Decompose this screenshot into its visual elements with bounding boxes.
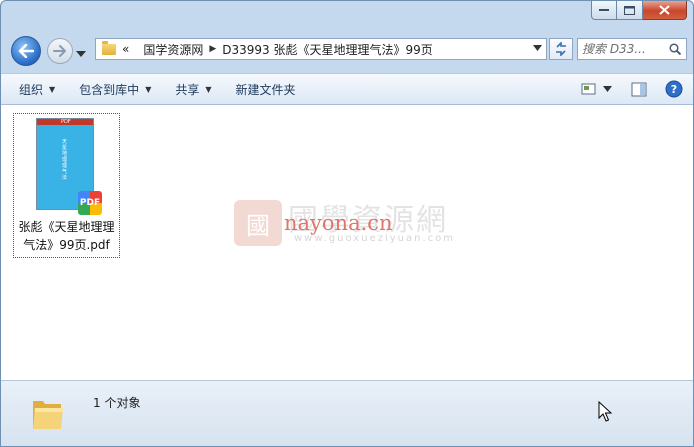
file-name: 张彪《天星地理理气法》99页.pdf	[18, 220, 115, 252]
breadcrumb-item[interactable]: 国学资源网	[143, 41, 203, 58]
watermark-site: nayona.cn	[284, 211, 393, 235]
chevron-down-icon: ▼	[145, 84, 152, 94]
watermark: 國 國學資源網 nayona.cn www.guoxueziyuan.com	[234, 193, 474, 253]
pdf-badge-icon: PDF	[78, 191, 102, 215]
preview-pane-icon[interactable]	[631, 82, 647, 97]
new-folder-button[interactable]: 新建文件夹	[236, 81, 296, 98]
seal-glyph: 國	[246, 211, 270, 240]
command-bar: 组织 ▼ 包含到库中 ▼ 共享 ▼ 新建文件夹 ?	[1, 73, 693, 105]
maximize-button[interactable]	[617, 1, 643, 20]
close-icon	[659, 5, 670, 15]
refresh-icon	[556, 42, 566, 56]
details-pane: 1 个对象	[1, 380, 693, 446]
watermark-url: www.guoxueziyuan.com	[294, 233, 455, 244]
search-box[interactable]	[577, 38, 687, 60]
thumb-title: 天星地理理气法	[62, 139, 68, 181]
chevron-down-icon[interactable]	[603, 86, 613, 92]
thumb-header: PDF	[37, 119, 93, 125]
recent-pages-button[interactable]	[76, 46, 86, 60]
minimize-icon	[599, 9, 609, 11]
share-menu[interactable]: 共享 ▼	[175, 81, 211, 98]
caption-buttons	[591, 1, 687, 20]
back-button[interactable]	[11, 36, 41, 66]
arrow-right-icon	[53, 45, 66, 57]
chevron-down-icon: ▼	[49, 84, 56, 94]
chevron-down-icon[interactable]	[533, 45, 542, 51]
item-count: 1 个对象	[93, 396, 141, 410]
forward-button[interactable]	[47, 38, 73, 64]
folder-icon	[33, 401, 63, 429]
mouse-cursor-icon	[598, 401, 612, 422]
view-controls: ?	[581, 80, 683, 98]
svg-text:?: ?	[671, 83, 677, 96]
organize-menu[interactable]: 组织 ▼	[19, 81, 55, 98]
address-overflow[interactable]: «	[122, 42, 129, 56]
chevron-down-icon: ▼	[205, 84, 212, 94]
minimize-button[interactable]	[591, 1, 617, 20]
search-icon[interactable]	[669, 43, 681, 55]
folder-icon	[102, 40, 116, 55]
breadcrumb-item[interactable]: D33993 张彪《天星地理理气法》99页	[222, 41, 433, 58]
organize-label: 组织	[19, 82, 44, 97]
address-bar[interactable]: « 国学资源网 ▶ D33993 张彪《天星地理理气法》99页	[95, 38, 547, 60]
explorer-window: « 国学资源网 ▶ D33993 张彪《天星地理理气法》99页 组织 ▼	[0, 0, 694, 447]
share-label: 共享	[175, 82, 200, 97]
file-item[interactable]: PDF 天星地理理气法 PDF 张彪《天星地理理气法》99页.pdf	[13, 113, 120, 258]
maximize-icon	[624, 5, 635, 15]
arrow-left-icon	[18, 44, 34, 58]
chevron-down-icon	[76, 51, 86, 57]
address-row: « 国学资源网 ▶ D33993 张彪《天星地理理气法》99页	[9, 34, 687, 66]
include-in-library-label: 包含到库中	[79, 82, 140, 97]
file-list-pane[interactable]: PDF 天星地理理气法 PDF 张彪《天星地理理气法》99页.pdf 國 國學資…	[1, 105, 693, 380]
search-input[interactable]	[582, 41, 664, 57]
refresh-button[interactable]	[549, 38, 573, 60]
breadcrumb-separator-icon[interactable]: ▶	[209, 44, 216, 54]
help-icon[interactable]: ?	[665, 80, 683, 98]
seal-logo: 國	[234, 200, 282, 246]
include-in-library-menu[interactable]: 包含到库中 ▼	[79, 81, 151, 98]
new-folder-label: 新建文件夹	[235, 82, 296, 97]
view-options-icon[interactable]	[581, 82, 597, 96]
close-button[interactable]	[643, 1, 687, 20]
